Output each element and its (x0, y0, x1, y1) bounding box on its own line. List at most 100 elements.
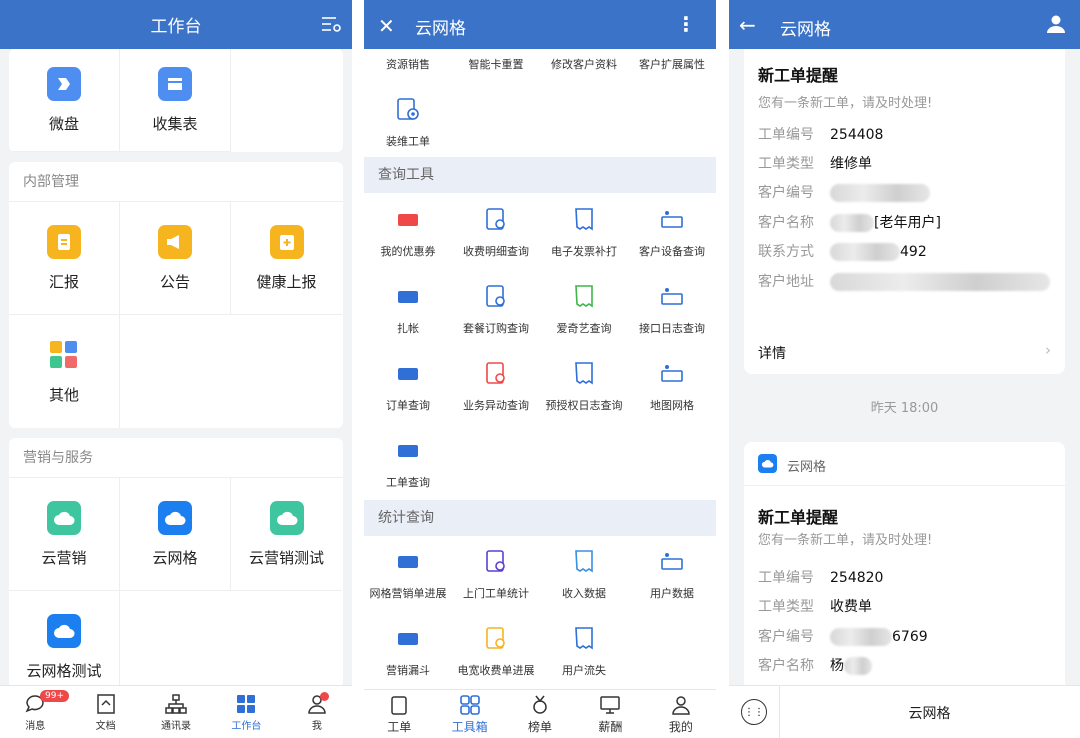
query-tool-9[interactable]: 业务异动查询 (452, 359, 540, 413)
app-report[interactable]: 汇报 (9, 202, 120, 315)
more-vertical-icon[interactable]: ⋮ (676, 12, 696, 36)
field-contact: 联系方式 492 (758, 243, 927, 261)
tab-workbench[interactable]: 工作台 (211, 686, 281, 738)
tab-contacts[interactable]: 通讯录 (141, 686, 211, 738)
tab-label: 工单 (387, 719, 412, 734)
stats-tool-4[interactable]: 营销漏斗 (364, 624, 452, 678)
query-tool-icon (393, 282, 423, 312)
app-label: 收集表 (152, 114, 198, 133)
tool-label: 工单查询 (386, 476, 430, 489)
tab-label: 榜单 (528, 719, 553, 734)
stats-tool-3[interactable]: 用户数据 (628, 547, 716, 601)
cloud-upload-icon (47, 500, 81, 535)
back-arrow-icon[interactable]: ← (739, 13, 756, 37)
stats-tool-1[interactable]: 上门工单统计 (452, 547, 540, 601)
stats-tool-icon (657, 547, 687, 577)
notification-dot (319, 692, 329, 701)
page-title: 工作台 (150, 17, 202, 37)
tool-label: 上门工单统计 (463, 587, 529, 600)
app-label: 云营销 (41, 548, 87, 567)
tool-label: 用户数据 (650, 587, 694, 600)
toolbox-tab-bar: 工单 工具箱 榜单 薪酬 我的 (364, 689, 716, 738)
app-label: 微盘 (48, 114, 79, 133)
stats-tool-2[interactable]: 收入数据 (540, 547, 628, 601)
app-cloud-grid[interactable]: 云网格 (120, 478, 231, 591)
query-tool-icon (569, 359, 599, 389)
tab-work-order[interactable]: 工单 (364, 690, 434, 738)
tool-edit-customer[interactable]: 修改客户资料 (540, 56, 628, 72)
app-other[interactable]: 其他 (9, 315, 120, 428)
field-order-no: 工单编号 254820 (758, 570, 884, 586)
tool-resource-sale[interactable]: 资源销售 (364, 56, 452, 72)
stats-tool-0[interactable]: 网格营销单进展 (364, 547, 452, 601)
user-profile-icon[interactable] (1046, 14, 1066, 34)
query-tool-icon (657, 359, 687, 389)
tool-label: 套餐订购查询 (463, 322, 529, 335)
tab-messages[interactable]: 消息 99+ (0, 686, 70, 738)
query-tool-8[interactable]: 订单查询 (364, 359, 452, 413)
close-icon[interactable]: ✕ (378, 14, 395, 38)
install-order-icon (393, 95, 423, 125)
stats-tool-icon (569, 624, 599, 654)
query-tool-6[interactable]: 爱奇艺查询 (540, 282, 628, 336)
field-customer-no: 客户编号 (758, 182, 930, 202)
query-tool-icon (481, 282, 511, 312)
work-order-message-card[interactable]: 云网格 新工单提醒 您有一条新工单，请及时处理! 工单编号 254820 工单类型… (744, 442, 1065, 702)
tab-toolbox[interactable]: 工具箱 (434, 690, 504, 738)
person-icon (672, 695, 690, 715)
tool-install-order[interactable]: 装维工单 (364, 95, 452, 149)
tab-label: 消息 (25, 720, 46, 732)
query-tool-10[interactable]: 预授权日志查询 (540, 359, 628, 413)
tool-label: 收入数据 (562, 587, 606, 600)
app-health-report[interactable]: 健康上报 (231, 202, 342, 315)
app-weipan[interactable]: 微盘 (9, 49, 120, 152)
tool-label: 我的优惠券 (380, 245, 436, 258)
query-tool-2[interactable]: 电子发票补打 (540, 205, 628, 259)
app-cloud-marketing[interactable]: 云营销 (9, 478, 120, 591)
query-tool-icon (393, 205, 423, 235)
tab-leaderboard[interactable]: 榜单 (505, 690, 575, 738)
query-tool-3[interactable]: 客户设备查询 (628, 205, 716, 259)
query-tool-4[interactable]: 扎帐 (364, 282, 452, 336)
stats-tool-5[interactable]: 电宽收费单进展 (452, 624, 540, 678)
app-label: 汇报 (48, 272, 79, 291)
query-tool-7[interactable]: 接口日志查询 (628, 282, 716, 336)
tab-label: 工作台 (231, 720, 262, 732)
app-menu-button[interactable]: 云网格 (779, 703, 1080, 723)
app-cloud-marketing-test[interactable]: 云营销测试 (231, 478, 342, 591)
tab-mine[interactable]: 我的 (646, 690, 716, 738)
app-announcement[interactable]: 公告 (120, 202, 231, 315)
chat-panel: ← 云网格 新工单提醒 您有一条新工单，请及时处理! 工单编号 254408 工单… (729, 0, 1080, 738)
detail-link[interactable]: 详情 (758, 343, 786, 363)
stats-tool-6[interactable]: 用户流失 (540, 624, 628, 678)
app-cloud-grid-test[interactable]: 云网格测试 (9, 591, 120, 688)
field-address: 客户地址 (758, 271, 1050, 291)
document-icon (96, 693, 115, 714)
tab-documents[interactable]: 文档 (70, 686, 140, 738)
weipan-icon (47, 66, 81, 101)
settings-list-icon[interactable] (320, 14, 342, 34)
tool-label: 电宽收费单进展 (457, 664, 535, 677)
query-tool-12[interactable]: 工单查询 (364, 436, 452, 490)
keyboard-menu-icon[interactable]: ⋮⋮ (741, 699, 767, 725)
tool-smartcard-reset[interactable]: 智能卡重置 (452, 56, 540, 72)
toolbox-panel: ✕ 云网格 ⋮ 资源销售 智能卡重置 修改客户资料 客户扩展属性 装维工单 查询… (364, 0, 716, 738)
work-order-message-card[interactable]: 新工单提醒 您有一条新工单，请及时处理! 工单编号 254408 工单类型 维修单 … (744, 49, 1065, 374)
tab-salary[interactable]: 薪酬 (575, 690, 645, 738)
app-collect-form[interactable]: 收集表 (120, 49, 231, 152)
query-tool-5[interactable]: 套餐订购查询 (452, 282, 540, 336)
top-tools-row: 资源销售 智能卡重置 修改客户资料 客户扩展属性 (364, 56, 716, 72)
app-label: 云网格 (152, 548, 198, 567)
query-tool-1[interactable]: 收费明细查询 (452, 205, 540, 259)
tool-customer-ext[interactable]: 客户扩展属性 (628, 56, 716, 72)
message-title: 新工单提醒 (758, 508, 839, 527)
tab-me[interactable]: 我 (282, 686, 352, 738)
tool-label: 地图网格 (650, 399, 694, 412)
message-timestamp: 昨天 18:00 (870, 401, 939, 416)
tool-label: 用户流失 (562, 664, 606, 677)
query-tool-icon (569, 205, 599, 235)
query-tool-11[interactable]: 地图网格 (628, 359, 716, 413)
chat-header: ← 云网格 (729, 0, 1080, 49)
tool-label: 业务异动查询 (463, 399, 529, 412)
query-tool-0[interactable]: 我的优惠券 (364, 205, 452, 259)
